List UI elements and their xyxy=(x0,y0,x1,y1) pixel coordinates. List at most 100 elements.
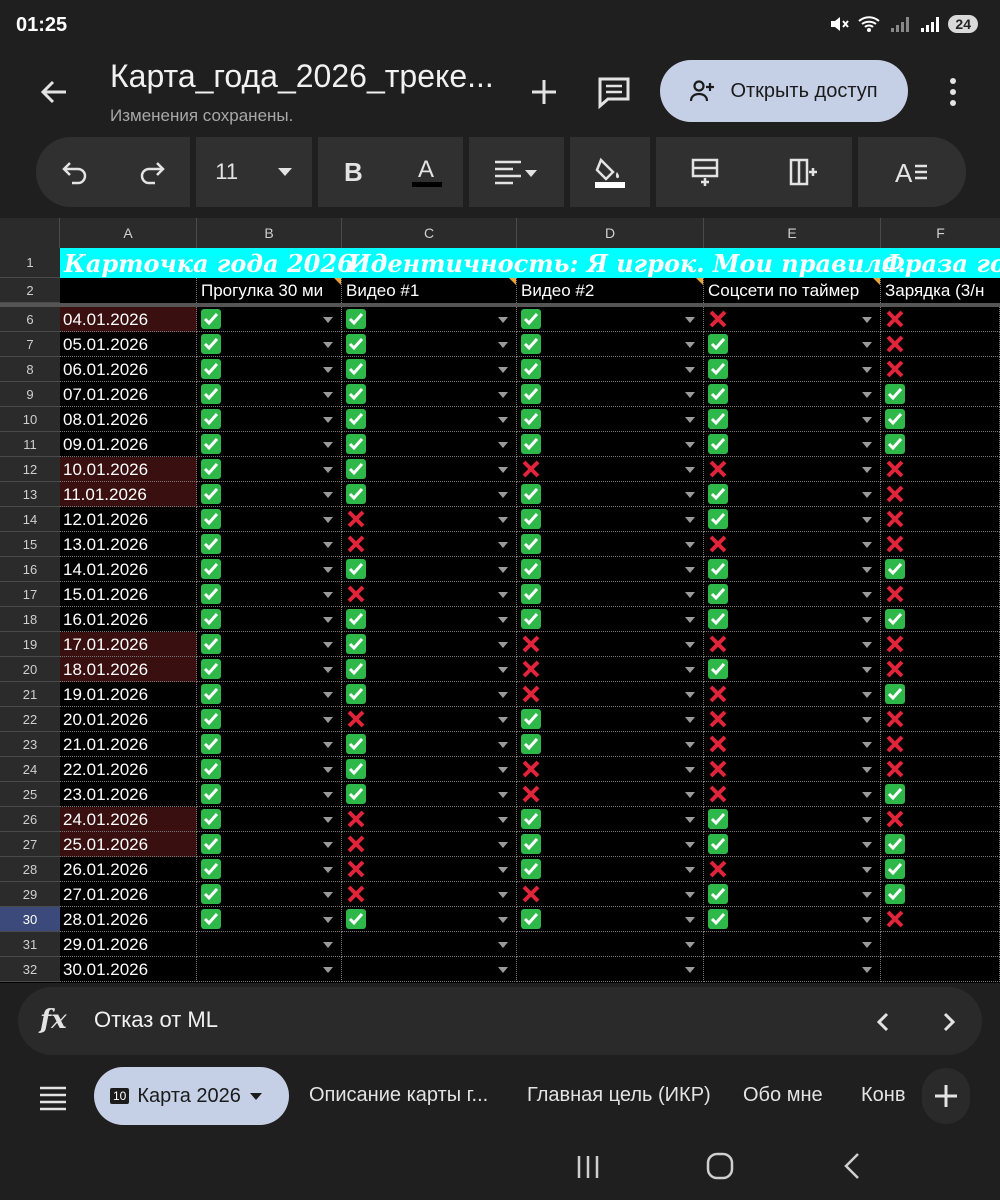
date-cell[interactable]: 05.01.2026 xyxy=(60,332,197,357)
dropdown-arrow-icon[interactable] xyxy=(498,567,508,573)
dropdown-arrow-icon[interactable] xyxy=(685,367,695,373)
date-cell[interactable]: 17.01.2026 xyxy=(60,632,197,657)
habit-cell[interactable] xyxy=(197,507,342,532)
habit-cell[interactable] xyxy=(881,482,1000,507)
dropdown-arrow-icon[interactable] xyxy=(685,417,695,423)
habit-cell[interactable] xyxy=(197,707,342,732)
habit-cell[interactable] xyxy=(342,557,517,582)
habit-cell[interactable] xyxy=(342,757,517,782)
habit-cell[interactable] xyxy=(517,407,704,432)
habit-cell[interactable] xyxy=(881,782,1000,807)
dropdown-arrow-icon[interactable] xyxy=(685,767,695,773)
habit-cell[interactable] xyxy=(881,632,1000,657)
redo-button[interactable] xyxy=(130,150,174,194)
column-header-f[interactable]: F xyxy=(881,218,1000,248)
habit-cell[interactable] xyxy=(517,332,704,357)
habit-cell[interactable] xyxy=(342,357,517,382)
row-number[interactable]: 17 xyxy=(0,582,60,607)
habit-cell[interactable] xyxy=(704,482,881,507)
date-cell[interactable]: 10.01.2026 xyxy=(60,457,197,482)
dropdown-arrow-icon[interactable] xyxy=(498,967,508,973)
habit-cell[interactable] xyxy=(342,957,517,982)
dropdown-arrow-icon[interactable] xyxy=(685,342,695,348)
all-sheets-menu-icon[interactable] xyxy=(36,1082,70,1112)
dropdown-arrow-icon[interactable] xyxy=(498,917,508,923)
habit-cell[interactable] xyxy=(704,382,881,407)
habit-cell[interactable] xyxy=(704,807,881,832)
dropdown-arrow-icon[interactable] xyxy=(685,442,695,448)
dropdown-arrow-icon[interactable] xyxy=(862,717,872,723)
row-number[interactable]: 31 xyxy=(0,932,60,957)
habit-cell[interactable] xyxy=(197,882,342,907)
habit-cell[interactable] xyxy=(197,457,342,482)
dropdown-arrow-icon[interactable] xyxy=(685,542,695,548)
habit-cell[interactable] xyxy=(881,507,1000,532)
row-number[interactable]: 28 xyxy=(0,857,60,882)
dropdown-arrow-icon[interactable] xyxy=(498,792,508,798)
dropdown-arrow-icon[interactable] xyxy=(685,692,695,698)
habit-cell[interactable] xyxy=(517,832,704,857)
date-cell[interactable]: 16.01.2026 xyxy=(60,607,197,632)
habit-cell[interactable] xyxy=(342,857,517,882)
row-number[interactable]: 18 xyxy=(0,607,60,632)
habit-cell[interactable] xyxy=(517,707,704,732)
dropdown-arrow-icon[interactable] xyxy=(323,442,333,448)
dropdown-arrow-icon[interactable] xyxy=(685,317,695,323)
habit-cell[interactable] xyxy=(197,357,342,382)
habit-cell[interactable] xyxy=(517,782,704,807)
habit-cell[interactable] xyxy=(342,732,517,757)
dropdown-arrow-icon[interactable] xyxy=(323,667,333,673)
habit-cell[interactable] xyxy=(342,457,517,482)
dropdown-arrow-icon[interactable] xyxy=(498,767,508,773)
habit-cell[interactable] xyxy=(704,607,881,632)
dropdown-arrow-icon[interactable] xyxy=(862,492,872,498)
insert-row-button[interactable] xyxy=(683,150,727,194)
row-number[interactable]: 32 xyxy=(0,957,60,982)
habit-cell[interactable] xyxy=(704,757,881,782)
habit-cell[interactable] xyxy=(517,357,704,382)
dropdown-arrow-icon[interactable] xyxy=(862,692,872,698)
habit-cell[interactable] xyxy=(704,557,881,582)
dropdown-arrow-icon[interactable] xyxy=(862,667,872,673)
date-cell[interactable]: 09.01.2026 xyxy=(60,432,197,457)
dropdown-arrow-icon[interactable] xyxy=(323,567,333,573)
dropdown-arrow-icon[interactable] xyxy=(498,542,508,548)
dropdown-arrow-icon[interactable] xyxy=(498,892,508,898)
habit-cell[interactable] xyxy=(197,332,342,357)
habit-cell[interactable] xyxy=(704,707,881,732)
dropdown-arrow-icon[interactable] xyxy=(685,667,695,673)
header-cell-e[interactable]: Соцсети по таймер xyxy=(704,278,881,303)
date-cell[interactable]: 24.01.2026 xyxy=(60,807,197,832)
dropdown-arrow-icon[interactable] xyxy=(498,492,508,498)
dropdown-arrow-icon[interactable] xyxy=(498,817,508,823)
comment-icon[interactable] xyxy=(594,72,634,112)
header-cell-f[interactable]: Зарядка (3/н xyxy=(881,278,1000,303)
dropdown-arrow-icon[interactable] xyxy=(498,417,508,423)
dropdown-arrow-icon[interactable] xyxy=(685,742,695,748)
recent-apps-icon[interactable] xyxy=(576,1154,600,1180)
share-button[interactable]: Открыть доступ xyxy=(660,60,908,122)
habit-cell[interactable] xyxy=(197,382,342,407)
row-number[interactable]: 26 xyxy=(0,807,60,832)
dropdown-arrow-icon[interactable] xyxy=(862,842,872,848)
habit-cell[interactable] xyxy=(881,757,1000,782)
dropdown-arrow-icon[interactable] xyxy=(685,842,695,848)
nav-back-icon[interactable] xyxy=(842,1152,862,1180)
dropdown-arrow-icon[interactable] xyxy=(862,517,872,523)
dropdown-arrow-icon[interactable] xyxy=(862,642,872,648)
document-title[interactable]: Карта_года_2026_треке... xyxy=(110,58,494,95)
row-number[interactable]: 22 xyxy=(0,707,60,732)
dropdown-arrow-icon[interactable] xyxy=(862,892,872,898)
habit-cell[interactable] xyxy=(342,507,517,532)
habit-cell[interactable] xyxy=(704,582,881,607)
dropdown-arrow-icon[interactable] xyxy=(862,867,872,873)
dropdown-arrow-icon[interactable] xyxy=(323,792,333,798)
dropdown-arrow-icon[interactable] xyxy=(685,392,695,398)
habit-cell[interactable] xyxy=(197,407,342,432)
habit-cell[interactable] xyxy=(517,507,704,532)
dropdown-arrow-icon[interactable] xyxy=(685,967,695,973)
date-cell[interactable]: 27.01.2026 xyxy=(60,882,197,907)
dropdown-arrow-icon[interactable] xyxy=(685,792,695,798)
dropdown-arrow-icon[interactable] xyxy=(862,342,872,348)
habit-cell[interactable] xyxy=(881,682,1000,707)
